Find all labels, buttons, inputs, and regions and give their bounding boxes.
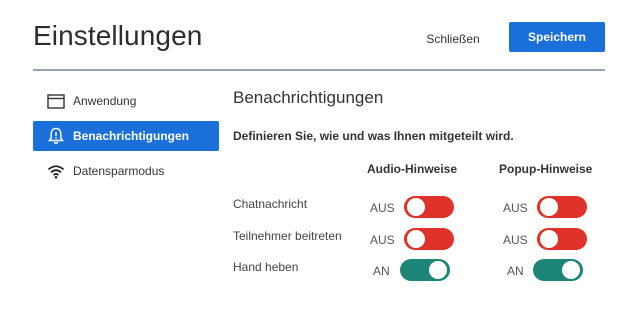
sidebar-item-label: Datensparmodus <box>73 164 165 178</box>
sidebar-item-label: Benachrichtigungen <box>73 129 190 143</box>
column-header-audio: Audio-Hinweise <box>367 162 458 176</box>
toggle-knob <box>562 261 580 279</box>
section-title: Benachrichtigungen <box>233 88 384 107</box>
popup-toggle-hand-heben[interactable] <box>533 259 583 281</box>
audio-state-label: AUS <box>370 233 395 247</box>
audio-toggle-hand-heben[interactable] <box>400 259 450 281</box>
popup-state-label: AUS <box>503 233 528 247</box>
toggle-knob <box>407 230 425 248</box>
section-description: Definieren Sie, wie und was Ihnen mitget… <box>233 129 514 143</box>
column-header-popup: Popup-Hinweise <box>499 162 593 176</box>
toggle-knob <box>540 198 558 216</box>
close-button[interactable]: Schließen <box>418 25 488 53</box>
row-label-teilnehmer-beitreten: Teilnehmer beitreten <box>233 229 342 243</box>
audio-toggle-teilnehmer-beitreten[interactable] <box>404 228 454 250</box>
toggle-knob <box>429 261 447 279</box>
sidebar-item-datensparmodus[interactable]: Datensparmodus <box>33 156 219 186</box>
page-title: Einstellungen <box>33 20 203 51</box>
row-label-chatnachricht: Chatnachricht <box>233 197 308 211</box>
sidebar: Anwendung Benachrichtigungen Datensparmo… <box>33 86 219 191</box>
popup-toggle-chatnachricht[interactable] <box>537 196 587 218</box>
sidebar-item-benachrichtigungen[interactable]: Benachrichtigungen <box>33 121 219 151</box>
toggle-knob <box>407 198 425 216</box>
audio-state-label: AUS <box>370 201 395 215</box>
wifi-icon <box>47 162 65 180</box>
row-label-hand-heben: Hand heben <box>233 260 299 274</box>
toggle-knob <box>540 230 558 248</box>
audio-toggle-chatnachricht[interactable] <box>404 196 454 218</box>
window-icon <box>47 92 65 110</box>
save-button[interactable]: Speichern <box>509 22 605 52</box>
header-divider <box>33 69 605 71</box>
audio-state-label: AN <box>373 264 390 278</box>
popup-state-label: AN <box>507 264 524 278</box>
popup-state-label: AUS <box>503 201 528 215</box>
sidebar-item-label: Anwendung <box>73 94 137 108</box>
popup-toggle-teilnehmer-beitreten[interactable] <box>537 228 587 250</box>
bell-icon <box>47 127 65 145</box>
sidebar-item-anwendung[interactable]: Anwendung <box>33 86 219 116</box>
